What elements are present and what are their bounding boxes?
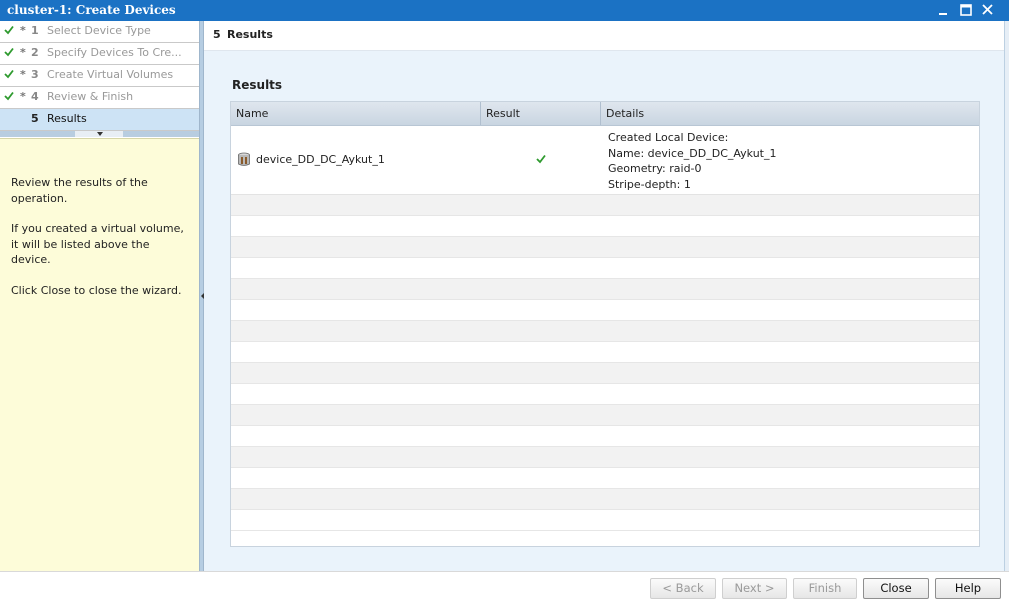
step-number: 3: [31, 68, 39, 81]
column-header-result[interactable]: Result: [486, 107, 520, 120]
step-number: 1: [31, 24, 39, 37]
device-icon: [237, 152, 251, 167]
result-details: Created Local Device: Name: device_DD_DC…: [608, 130, 776, 192]
step-number: 2: [31, 46, 39, 59]
page-title: Results: [227, 28, 273, 41]
wizard-step-5[interactable]: 5 Results: [0, 109, 199, 131]
page-header: 5 Results: [204, 21, 1004, 51]
empty-table-row: [231, 342, 979, 363]
column-separator[interactable]: [600, 102, 601, 125]
help-text-results: Review the results of the operation.: [11, 176, 148, 205]
window-title: cluster-1: Create Devices: [7, 3, 176, 17]
empty-table-row: [231, 405, 979, 426]
checkmark-icon: [4, 47, 14, 57]
empty-table-row: [231, 195, 979, 216]
detail-line: Created Local Device:: [608, 131, 729, 144]
required-star: *: [20, 68, 26, 81]
step-label: Create Virtual Volumes: [47, 68, 174, 81]
wizard-step-2[interactable]: * 2 Specify Devices To Cre...: [0, 43, 199, 65]
step-number: 4: [31, 90, 39, 103]
help-pane: Review the results of the operation. If …: [0, 138, 199, 572]
detail-line: Name: device_DD_DC_Aykut_1: [608, 146, 777, 160]
column-header-name[interactable]: Name: [236, 107, 268, 120]
close-icon[interactable]: [981, 2, 995, 18]
back-button[interactable]: < Back: [650, 578, 716, 599]
wizard-sidebar: * 1 Select Device Type * 2 Specify Devic…: [0, 21, 200, 572]
empty-table-row: [231, 258, 979, 279]
wizard-footer: < Back Next > Finish Close Help: [0, 571, 1009, 602]
right-border: [1004, 21, 1009, 571]
empty-table-row: [231, 216, 979, 237]
results-section-title: Results: [232, 78, 283, 92]
step-label: Results: [47, 112, 87, 125]
empty-table-row: [231, 489, 979, 510]
help-button[interactable]: Help: [935, 578, 1001, 599]
close-button[interactable]: Close: [863, 578, 929, 599]
empty-table-row: [231, 300, 979, 321]
required-star: *: [20, 90, 26, 103]
empty-table-row: [231, 426, 979, 447]
step-label: Specify Devices To Cre...: [47, 46, 182, 59]
success-check-icon: [536, 154, 546, 164]
help-text-close: Click Close to close the wizard.: [11, 284, 182, 297]
table-header: Name Result Details: [231, 102, 979, 126]
empty-table-row: [231, 363, 979, 384]
required-star: *: [20, 46, 26, 59]
empty-table-row: [231, 279, 979, 300]
detail-line: Stripe-depth: 1: [608, 177, 691, 191]
main-panel: 5 Results Results Name Result Details de…: [204, 21, 1009, 571]
table-row[interactable]: device_DD_DC_Aykut_1 Created Local Devic…: [231, 126, 979, 195]
chevron-down-icon[interactable]: [97, 132, 103, 136]
empty-table-row: [231, 447, 979, 468]
wizard-step-3[interactable]: * 3 Create Virtual Volumes: [0, 65, 199, 87]
column-separator[interactable]: [480, 102, 481, 125]
checkmark-icon: [4, 69, 14, 79]
help-collapse-bar[interactable]: [0, 131, 199, 137]
window-titlebar: cluster-1: Create Devices: [0, 0, 1009, 21]
main-content: Results Name Result Details device_DD_DC…: [204, 51, 1004, 571]
finish-button[interactable]: Finish: [793, 578, 857, 599]
maximize-icon[interactable]: [959, 2, 973, 18]
column-header-details[interactable]: Details: [606, 107, 644, 120]
empty-table-row: [231, 384, 979, 405]
wizard-step-1[interactable]: * 1 Select Device Type: [0, 21, 199, 43]
next-button[interactable]: Next >: [722, 578, 787, 599]
checkmark-icon: [4, 91, 14, 101]
empty-table-row: [231, 510, 979, 531]
step-label: Review & Finish: [47, 90, 134, 103]
step-number: 5: [31, 112, 39, 125]
results-table: Name Result Details device_DD_DC_Aykut_1: [230, 101, 980, 547]
minimize-icon[interactable]: [937, 2, 951, 18]
page-step-number: 5: [213, 28, 221, 41]
help-text-virtual-volume: If you created a virtual volume, it will…: [11, 222, 184, 266]
step-label: Select Device Type: [47, 24, 151, 37]
detail-line: Geometry: raid-0: [608, 162, 702, 175]
empty-table-row: [231, 321, 979, 342]
device-name: device_DD_DC_Aykut_1: [256, 153, 385, 166]
checkmark-icon: [4, 25, 14, 35]
empty-table-row: [231, 468, 979, 489]
empty-table-row: [231, 237, 979, 258]
wizard-step-4[interactable]: * 4 Review & Finish: [0, 87, 199, 109]
required-star: *: [20, 24, 26, 37]
